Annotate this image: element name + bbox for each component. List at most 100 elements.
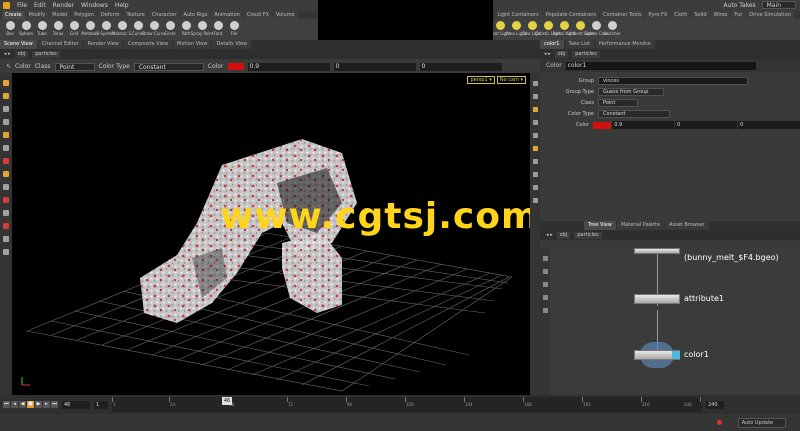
node-name-field[interactable]: color1 bbox=[565, 61, 756, 70]
params-path-obj[interactable]: obj bbox=[554, 50, 569, 58]
param-color-r[interactable]: 0.9 bbox=[612, 121, 675, 129]
layout-icon[interactable] bbox=[532, 172, 538, 177]
shelf-tab-light-containers[interactable]: Light Containers bbox=[494, 11, 542, 19]
handle-tool-icon[interactable] bbox=[3, 132, 9, 138]
tab-composite-view[interactable]: Composite View bbox=[123, 40, 173, 49]
color-type-param-select[interactable]: Constant bbox=[598, 110, 670, 118]
rotate-tool-icon[interactable] bbox=[3, 106, 9, 112]
menu-help[interactable]: Help bbox=[115, 2, 129, 9]
pointer-tool-icon[interactable]: ↖ bbox=[6, 63, 11, 70]
tool-path[interactable]: Path bbox=[178, 19, 194, 40]
next-frame-icon[interactable]: ▸ bbox=[43, 401, 50, 408]
menu-render[interactable]: Render bbox=[53, 2, 74, 9]
tab-performance-monitor[interactable]: Performance Monitor bbox=[594, 40, 656, 49]
record-status-icon[interactable] bbox=[717, 420, 722, 425]
vis-icon[interactable] bbox=[532, 198, 538, 203]
tool-metaball[interactable]: Metaball bbox=[81, 19, 99, 40]
tab-material-palette[interactable]: Material Palette bbox=[616, 221, 665, 230]
params-nav-icon[interactable]: ◂ ▸ bbox=[544, 51, 551, 57]
tab-tree-view[interactable]: Tree View bbox=[584, 221, 616, 230]
class-param-select[interactable]: Point bbox=[598, 99, 638, 107]
tool-torus[interactable]: Torus bbox=[50, 19, 66, 40]
persp-camera-button[interactable]: persp1 ▾ bbox=[467, 76, 495, 84]
shelf-tab-fur[interactable]: Fur bbox=[731, 11, 746, 19]
shelf-tab-texture[interactable]: Texture bbox=[123, 11, 148, 19]
shelf-tab-container-tools[interactable]: Container Tools bbox=[600, 11, 645, 19]
tool-tube[interactable]: Tube bbox=[34, 19, 50, 40]
tool-grid[interactable]: Grid bbox=[66, 19, 82, 40]
pose-tool-icon[interactable] bbox=[3, 145, 9, 151]
shaded-icon[interactable] bbox=[532, 107, 538, 112]
normals-icon[interactable] bbox=[532, 146, 538, 151]
shelf-tab-pyro[interactable]: Pyro FX bbox=[645, 11, 671, 19]
shelf-tab-polygon[interactable]: Polygon bbox=[71, 11, 97, 19]
tab-parameters[interactable]: color1 bbox=[540, 40, 564, 49]
network-editor[interactable]: (bunny_melt_$F4.bgeo) attribute1 color1 bbox=[550, 248, 800, 395]
reverse-play-icon[interactable]: ◀ bbox=[19, 401, 26, 408]
snap-icon[interactable] bbox=[3, 197, 9, 203]
shelf-tab-cloth[interactable]: Cloth bbox=[671, 11, 691, 19]
camera-icon[interactable] bbox=[3, 223, 9, 229]
shelf-tab-populate[interactable]: Populate Containers bbox=[542, 11, 600, 19]
start-frame-field[interactable]: 1 bbox=[94, 400, 108, 409]
display-options-icon[interactable] bbox=[532, 81, 538, 86]
tool-box[interactable]: Box bbox=[2, 19, 18, 40]
back-arrow-icon[interactable]: ◂ ▸ bbox=[4, 51, 11, 57]
network-select-icon[interactable] bbox=[542, 256, 548, 261]
ghost-icon[interactable] bbox=[532, 159, 538, 164]
menu-file[interactable]: File bbox=[17, 2, 27, 9]
tool-switcher[interactable]: Switcher bbox=[603, 19, 621, 40]
prev-frame-icon[interactable]: ◂ bbox=[11, 401, 18, 408]
shelf-tab-volume[interactable]: Volume bbox=[273, 11, 298, 19]
record-icon[interactable] bbox=[3, 158, 9, 164]
tab-channel-editor[interactable]: Channel Editor bbox=[37, 40, 83, 49]
display-flag-icon[interactable] bbox=[672, 351, 680, 359]
group-type-select[interactable]: Guess from Group bbox=[598, 88, 664, 96]
shelf-tab-animation[interactable]: Animation bbox=[211, 11, 243, 19]
tool-platonic[interactable]: Platonic S. bbox=[112, 19, 132, 40]
first-frame-icon[interactable]: ⏮ bbox=[3, 401, 10, 408]
shelf-tab-wires[interactable]: Wires bbox=[710, 11, 731, 19]
shelf-tab-solid[interactable]: Solid bbox=[691, 11, 710, 19]
tool-draw-curve[interactable]: Draw Curve bbox=[142, 19, 166, 40]
auto-update-select[interactable]: Auto Update bbox=[737, 418, 786, 428]
tool-caustic-light[interactable]: Caustic Light bbox=[535, 19, 561, 40]
group-field[interactable]: vinces bbox=[598, 77, 748, 85]
lighting-icon[interactable] bbox=[532, 120, 538, 125]
scale-tool-icon[interactable] bbox=[3, 119, 9, 125]
tab-scene-view[interactable]: Scene View bbox=[0, 40, 37, 49]
color-g-field[interactable]: 0 bbox=[333, 62, 416, 71]
tool-ambient-light[interactable]: Ambient Light bbox=[566, 19, 594, 40]
tool-stereo-cam[interactable]: Stereo Cam bbox=[584, 19, 608, 40]
view-tool-icon[interactable] bbox=[3, 184, 9, 190]
brush-tool-icon[interactable] bbox=[3, 171, 9, 177]
playhead-marker[interactable]: 46 bbox=[222, 397, 232, 405]
shelf-tab-auto-rigs[interactable]: Auto Rigs bbox=[180, 11, 211, 19]
params-path-particles[interactable]: particles bbox=[572, 50, 600, 58]
end-frame-field[interactable]: 240 bbox=[706, 400, 724, 409]
shelf-tab-modify[interactable]: Modify bbox=[25, 11, 49, 19]
select-tool-icon[interactable] bbox=[3, 80, 9, 86]
param-color-swatch[interactable] bbox=[593, 121, 612, 129]
shelf-tab-character[interactable]: Character bbox=[148, 11, 180, 19]
color-type-select[interactable]: Constant bbox=[133, 62, 204, 71]
shelf-tab-drive-sim[interactable]: Drive Simulation bbox=[746, 11, 794, 19]
tab-asset-browser[interactable]: Asset Browser bbox=[665, 221, 709, 230]
frame-ruler[interactable]: 1 24 48 72 96 120 144 168 192 216 240 46 bbox=[112, 397, 702, 412]
shelf-tab-model[interactable]: Model bbox=[49, 11, 71, 19]
last-frame-icon[interactable]: ⏭ bbox=[51, 401, 58, 408]
no-cam-button[interactable]: No cam ▾ bbox=[496, 76, 526, 84]
shelf-tab-create[interactable]: Create bbox=[2, 11, 25, 19]
tab-motion-view[interactable]: Motion View bbox=[173, 40, 212, 49]
path-particles[interactable]: particles bbox=[32, 50, 60, 58]
color-b-field[interactable]: 0 bbox=[419, 62, 502, 71]
param-color-g[interactable]: 0 bbox=[675, 121, 738, 129]
move-tool-icon[interactable] bbox=[3, 93, 9, 99]
tool-curve[interactable]: Curve bbox=[130, 19, 146, 40]
shelf-tab-deform[interactable]: Deform bbox=[97, 11, 123, 19]
param-color-b[interactable]: 0 bbox=[738, 121, 800, 129]
snapshot-icon[interactable] bbox=[532, 185, 538, 190]
menu-windows[interactable]: Windows bbox=[81, 2, 108, 9]
tab-take-list[interactable]: Take List bbox=[564, 40, 594, 49]
points-icon[interactable] bbox=[532, 133, 538, 138]
